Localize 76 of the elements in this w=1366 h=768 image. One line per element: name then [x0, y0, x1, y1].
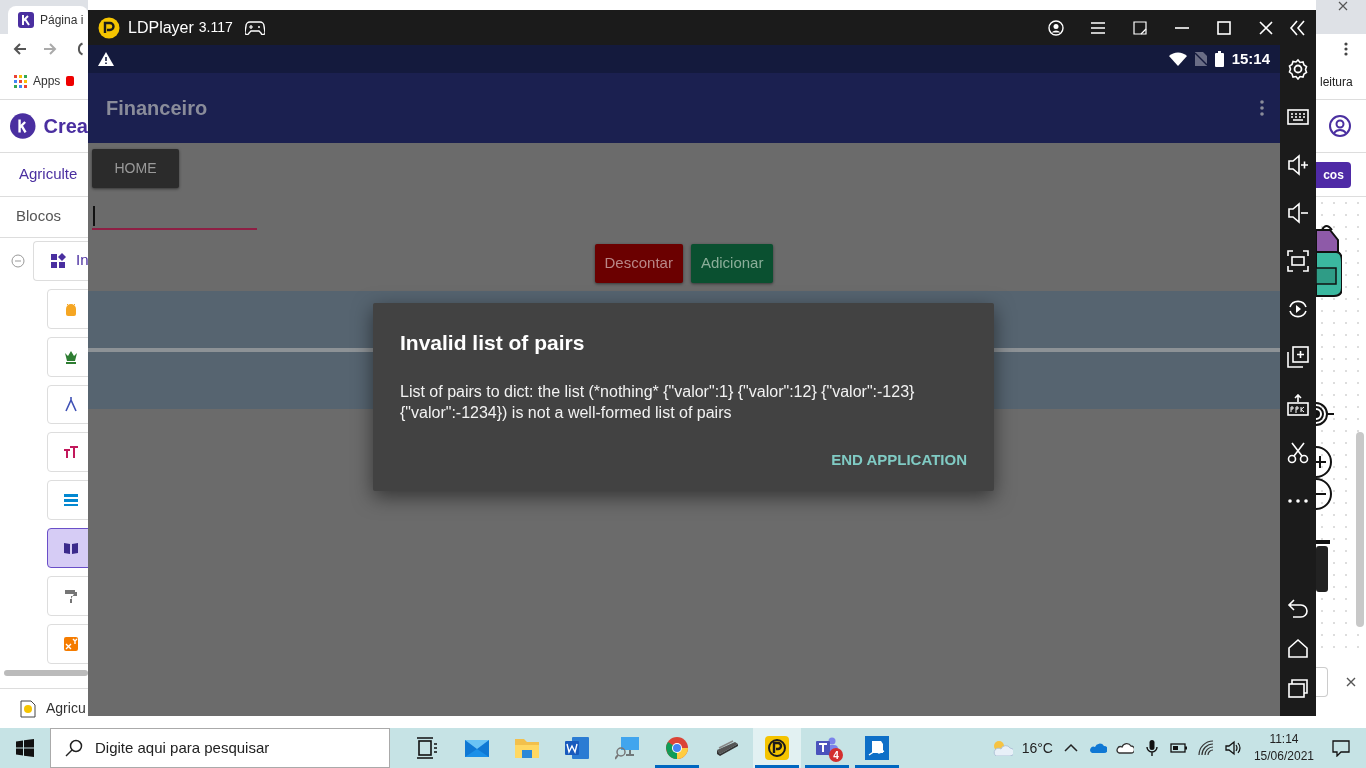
- folder-icon[interactable]: [515, 736, 539, 760]
- ldplayer-icon[interactable]: [765, 736, 789, 760]
- back-icon[interactable]: [12, 40, 28, 57]
- task-view-icon[interactable]: [415, 736, 439, 760]
- user-icon[interactable]: [1329, 115, 1351, 137]
- volume-icon[interactable]: [1223, 739, 1242, 757]
- notifications-icon[interactable]: [1332, 739, 1350, 757]
- temperature: 16°C: [1021, 738, 1053, 758]
- bookmark-link[interactable]: Apps: [33, 72, 61, 91]
- clock-date[interactable]: 15/06/2021: [1253, 748, 1314, 765]
- download-name[interactable]: Agricu: [46, 698, 86, 720]
- browser-tab[interactable]: Página i: [8, 6, 88, 34]
- k-logo-icon: [18, 12, 34, 28]
- home-button[interactable]: HOME: [92, 149, 179, 188]
- back-icon[interactable]: [1287, 597, 1309, 619]
- rotate-icon[interactable]: [1287, 298, 1309, 320]
- version-label: 3.117: [198, 18, 233, 37]
- chrome-icon[interactable]: [665, 736, 689, 760]
- action-button[interactable]: cos: [1316, 161, 1351, 188]
- whiteboard-icon[interactable]: [865, 736, 889, 760]
- volume-up-icon[interactable]: [1287, 154, 1309, 176]
- apk-install-icon[interactable]: [1287, 394, 1309, 416]
- maximize-icon[interactable]: [1216, 19, 1232, 36]
- home-icon[interactable]: [1287, 637, 1309, 659]
- scissors-icon[interactable]: [1287, 442, 1309, 464]
- brand-name: Crea: [43, 113, 88, 139]
- file-icon: [20, 699, 36, 718]
- section-title: Blocos: [16, 206, 62, 227]
- search-icon: [65, 739, 83, 757]
- dialog-title: Invalid list of pairs: [400, 330, 586, 356]
- menu-icon[interactable]: [1090, 19, 1106, 36]
- volume-down-icon[interactable]: [1287, 202, 1309, 224]
- keyboard-icon[interactable]: [1287, 106, 1309, 128]
- end-application-button[interactable]: END APPLICATION: [831, 448, 967, 471]
- close-icon[interactable]: [1346, 677, 1356, 687]
- remote-desktop-icon[interactable]: [615, 736, 639, 760]
- ldplayer-logo-icon: [98, 16, 120, 39]
- bookmark-link[interactable]: leitura: [1320, 72, 1353, 91]
- search-field[interactable]: Digite aqui para pesquisar: [50, 728, 390, 768]
- battery-icon: [1214, 51, 1224, 67]
- tree-item-label: In: [76, 250, 88, 271]
- search-placeholder: Digite aqui para pesquisar: [95, 737, 270, 758]
- project-tab[interactable]: Agriculte: [19, 163, 78, 186]
- clock-time[interactable]: 11:14: [1253, 731, 1314, 748]
- scrollbar[interactable]: [4, 670, 88, 677]
- menu-icon[interactable]: [1344, 42, 1348, 56]
- wifi-icon[interactable]: [1196, 739, 1215, 757]
- screen-title: Financeiro: [106, 96, 208, 121]
- windows-icon[interactable]: [16, 739, 34, 757]
- collapse-icon[interactable]: [1289, 19, 1307, 36]
- gamepad-icon[interactable]: [244, 20, 265, 35]
- scrollbar[interactable]: [1356, 432, 1364, 627]
- block-category[interactable]: [47, 528, 88, 569]
- wifi-icon: [1168, 52, 1187, 66]
- notification-badge: 4: [829, 748, 843, 762]
- blocks-icon: [50, 252, 66, 269]
- no-sim-icon: [1194, 52, 1207, 66]
- account-icon[interactable]: [1048, 19, 1064, 36]
- input-field[interactable]: [92, 203, 257, 230]
- apps-icon: [14, 74, 27, 88]
- settings-icon[interactable]: [1287, 58, 1309, 80]
- clock: 15:14: [1231, 48, 1270, 69]
- dialog-message: List of pairs to dict: the list (*nothing* {"valor":1} {"valor":12} {"valor":-123} {"valor":-1234}) is not a well-formed list of pairs: [400, 381, 916, 423]
- recents-icon[interactable]: [1287, 677, 1309, 699]
- add-button[interactable]: Adicionar: [690, 244, 774, 283]
- add-instance-icon[interactable]: [1287, 346, 1309, 368]
- screenshot-icon[interactable]: [1287, 250, 1309, 272]
- word-icon[interactable]: [565, 736, 589, 760]
- subtract-button[interactable]: Descontar: [594, 244, 683, 283]
- bookmark-icon[interactable]: [66, 76, 75, 87]
- trash-icon[interactable]: [1316, 540, 1330, 592]
- text-cursor: [93, 205, 95, 226]
- warning-icon: [98, 52, 114, 66]
- target-icon[interactable]: [1316, 402, 1336, 426]
- resize-icon[interactable]: [1132, 19, 1148, 36]
- app-title: LDPlayer: [128, 17, 194, 38]
